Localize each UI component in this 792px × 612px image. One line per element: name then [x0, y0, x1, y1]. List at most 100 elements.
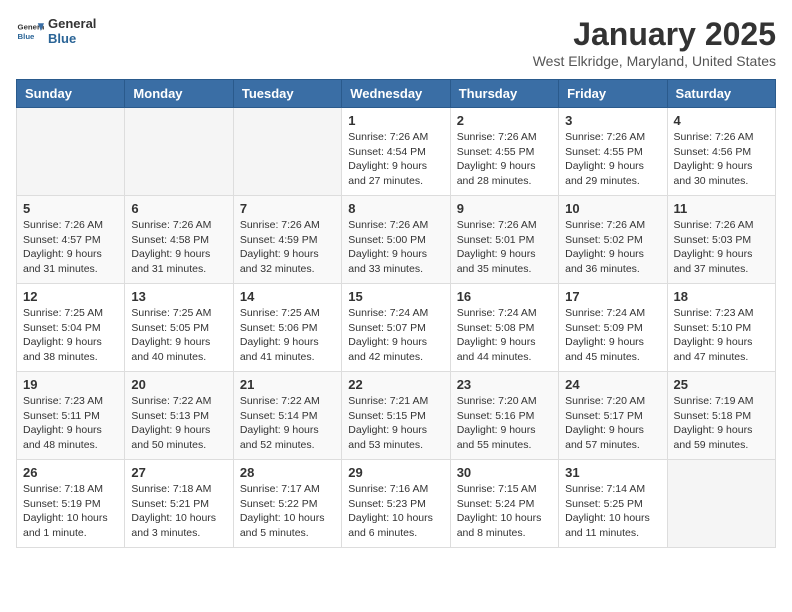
- day-info: Sunrise: 7:17 AM Sunset: 5:22 PM Dayligh…: [240, 482, 335, 541]
- calendar-day-10: 10 Sunrise: 7:26 AM Sunset: 5:02 PM Dayli…: [559, 196, 667, 284]
- calendar-day-25: 25Sunrise: 7:19 AM Sunset: 5:18 PM Dayli…: [667, 372, 775, 460]
- weekday-header-thursday: Thursday: [450, 80, 558, 108]
- calendar-empty-cell: [233, 108, 341, 196]
- calendar-day-6: 6 Sunrise: 7:26 AM Sunset: 4:58 PM Daylig…: [125, 196, 233, 284]
- day-info: Sunrise: 7:21 AM Sunset: 5:15 PM Dayligh…: [348, 394, 443, 453]
- calendar-week-row: 12Sunrise: 7:25 AM Sunset: 5:04 PM Dayli…: [17, 284, 776, 372]
- day-number: 8: [348, 201, 443, 216]
- day-info: Sunrise: 7:24 AM Sunset: 5:09 PM Dayligh…: [565, 306, 660, 365]
- weekday-header-friday: Friday: [559, 80, 667, 108]
- calendar-day-20: 20Sunrise: 7:22 AM Sunset: 5:13 PM Dayli…: [125, 372, 233, 460]
- calendar-day-2: 2 Sunrise: 7:26 AM Sunset: 4:55 PM Daylig…: [450, 108, 558, 196]
- day-info: Sunrise: 7:20 AM Sunset: 5:17 PM Dayligh…: [565, 394, 660, 453]
- day-number: 14: [240, 289, 335, 304]
- day-info: Sunrise: 7:22 AM Sunset: 5:14 PM Dayligh…: [240, 394, 335, 453]
- calendar-day-15: 15 Sunrise: 7:24 AM Sunset: 5:07 PM Dayli…: [342, 284, 450, 372]
- day-info: Sunrise: 7:26 AM Sunset: 4:54 PM Dayligh…: [348, 130, 443, 189]
- page-header: General Blue General Blue January 2025 W…: [16, 16, 776, 69]
- day-number: 20: [131, 377, 226, 392]
- calendar-day-7: 7 Sunrise: 7:26 AM Sunset: 4:59 PM Daylig…: [233, 196, 341, 284]
- day-info: Sunrise: 7:26 AM Sunset: 4:56 PM Dayligh…: [674, 130, 769, 189]
- day-info: Sunrise: 7:26 AM Sunset: 4:57 PM Dayligh…: [23, 218, 118, 277]
- day-number: 1: [348, 113, 443, 128]
- calendar-day-22: 22 Sunrise: 7:21 AM Sunset: 5:15 PM Dayli…: [342, 372, 450, 460]
- calendar-day-28: 28 Sunrise: 7:17 AM Sunset: 5:22 PM Dayli…: [233, 460, 341, 548]
- day-number: 2: [457, 113, 552, 128]
- day-number: 9: [457, 201, 552, 216]
- day-info: Sunrise: 7:26 AM Sunset: 4:58 PM Dayligh…: [131, 218, 226, 277]
- calendar-day-16: 16 Sunrise: 7:24 AM Sunset: 5:08 PM Dayli…: [450, 284, 558, 372]
- calendar-day-23: 23 Sunrise: 7:20 AM Sunset: 5:16 PM Dayli…: [450, 372, 558, 460]
- day-number: 16: [457, 289, 552, 304]
- day-info: Sunrise: 7:23 AM Sunset: 5:11 PM Dayligh…: [23, 394, 118, 453]
- calendar-day-11: 11 Sunrise: 7:26 AM Sunset: 5:03 PM Dayli…: [667, 196, 775, 284]
- weekday-header-row: SundayMondayTuesdayWednesdayThursdayFrid…: [17, 80, 776, 108]
- day-number: 27: [131, 465, 226, 480]
- day-info: Sunrise: 7:26 AM Sunset: 5:02 PM Dayligh…: [565, 218, 660, 277]
- day-info: Sunrise: 7:26 AM Sunset: 5:01 PM Dayligh…: [457, 218, 552, 277]
- day-number: 21: [240, 377, 335, 392]
- calendar-day-8: 8 Sunrise: 7:26 AM Sunset: 5:00 PM Daylig…: [342, 196, 450, 284]
- weekday-header-monday: Monday: [125, 80, 233, 108]
- logo-icon: General Blue: [16, 17, 44, 45]
- calendar-week-row: 5 Sunrise: 7:26 AM Sunset: 4:57 PM Daylig…: [17, 196, 776, 284]
- location-text: West Elkridge, Maryland, United States: [533, 53, 776, 69]
- calendar-week-row: 26 Sunrise: 7:18 AM Sunset: 5:19 PM Dayli…: [17, 460, 776, 548]
- day-number: 22: [348, 377, 443, 392]
- day-number: 17: [565, 289, 660, 304]
- calendar-day-9: 9 Sunrise: 7:26 AM Sunset: 5:01 PM Daylig…: [450, 196, 558, 284]
- calendar-day-12: 12Sunrise: 7:25 AM Sunset: 5:04 PM Dayli…: [17, 284, 125, 372]
- day-info: Sunrise: 7:23 AM Sunset: 5:10 PM Dayligh…: [674, 306, 769, 365]
- calendar-day-19: 19Sunrise: 7:23 AM Sunset: 5:11 PM Dayli…: [17, 372, 125, 460]
- day-info: Sunrise: 7:26 AM Sunset: 4:59 PM Dayligh…: [240, 218, 335, 277]
- day-info: Sunrise: 7:24 AM Sunset: 5:07 PM Dayligh…: [348, 306, 443, 365]
- day-number: 31: [565, 465, 660, 480]
- weekday-header-tuesday: Tuesday: [233, 80, 341, 108]
- weekday-header-wednesday: Wednesday: [342, 80, 450, 108]
- logo-general-text: General: [48, 16, 96, 31]
- day-number: 10: [565, 201, 660, 216]
- calendar-day-17: 17 Sunrise: 7:24 AM Sunset: 5:09 PM Dayli…: [559, 284, 667, 372]
- day-number: 6: [131, 201, 226, 216]
- calendar-table: SundayMondayTuesdayWednesdayThursdayFrid…: [16, 79, 776, 548]
- day-number: 18: [674, 289, 769, 304]
- day-number: 5: [23, 201, 118, 216]
- day-info: Sunrise: 7:24 AM Sunset: 5:08 PM Dayligh…: [457, 306, 552, 365]
- calendar-day-30: 30Sunrise: 7:15 AM Sunset: 5:24 PM Dayli…: [450, 460, 558, 548]
- calendar-empty-cell: [125, 108, 233, 196]
- calendar-day-27: 27Sunrise: 7:18 AM Sunset: 5:21 PM Dayli…: [125, 460, 233, 548]
- day-info: Sunrise: 7:15 AM Sunset: 5:24 PM Dayligh…: [457, 482, 552, 541]
- calendar-day-4: 4 Sunrise: 7:26 AM Sunset: 4:56 PM Daylig…: [667, 108, 775, 196]
- calendar-day-26: 26 Sunrise: 7:18 AM Sunset: 5:19 PM Dayli…: [17, 460, 125, 548]
- day-number: 4: [674, 113, 769, 128]
- calendar-week-row: 19Sunrise: 7:23 AM Sunset: 5:11 PM Dayli…: [17, 372, 776, 460]
- day-number: 25: [674, 377, 769, 392]
- day-number: 28: [240, 465, 335, 480]
- day-info: Sunrise: 7:16 AM Sunset: 5:23 PM Dayligh…: [348, 482, 443, 541]
- logo-blue-text: Blue: [48, 31, 96, 46]
- day-info: Sunrise: 7:26 AM Sunset: 5:03 PM Dayligh…: [674, 218, 769, 277]
- calendar-day-13: 13Sunrise: 7:25 AM Sunset: 5:05 PM Dayli…: [125, 284, 233, 372]
- day-number: 26: [23, 465, 118, 480]
- day-number: 23: [457, 377, 552, 392]
- day-number: 15: [348, 289, 443, 304]
- day-info: Sunrise: 7:26 AM Sunset: 5:00 PM Dayligh…: [348, 218, 443, 277]
- day-number: 7: [240, 201, 335, 216]
- day-number: 13: [131, 289, 226, 304]
- calendar-day-24: 24 Sunrise: 7:20 AM Sunset: 5:17 PM Dayli…: [559, 372, 667, 460]
- day-info: Sunrise: 7:20 AM Sunset: 5:16 PM Dayligh…: [457, 394, 552, 453]
- day-info: Sunrise: 7:25 AM Sunset: 5:06 PM Dayligh…: [240, 306, 335, 365]
- calendar-day-5: 5 Sunrise: 7:26 AM Sunset: 4:57 PM Daylig…: [17, 196, 125, 284]
- day-number: 11: [674, 201, 769, 216]
- weekday-header-saturday: Saturday: [667, 80, 775, 108]
- svg-text:Blue: Blue: [18, 32, 36, 41]
- calendar-day-18: 18 Sunrise: 7:23 AM Sunset: 5:10 PM Dayli…: [667, 284, 775, 372]
- day-info: Sunrise: 7:26 AM Sunset: 4:55 PM Dayligh…: [457, 130, 552, 189]
- day-number: 24: [565, 377, 660, 392]
- day-info: Sunrise: 7:18 AM Sunset: 5:19 PM Dayligh…: [23, 482, 118, 541]
- calendar-day-21: 21 Sunrise: 7:22 AM Sunset: 5:14 PM Dayli…: [233, 372, 341, 460]
- day-info: Sunrise: 7:25 AM Sunset: 5:04 PM Dayligh…: [23, 306, 118, 365]
- calendar-day-29: 29Sunrise: 7:16 AM Sunset: 5:23 PM Dayli…: [342, 460, 450, 548]
- calendar-day-1: 1 Sunrise: 7:26 AM Sunset: 4:54 PM Daylig…: [342, 108, 450, 196]
- calendar-empty-cell: [17, 108, 125, 196]
